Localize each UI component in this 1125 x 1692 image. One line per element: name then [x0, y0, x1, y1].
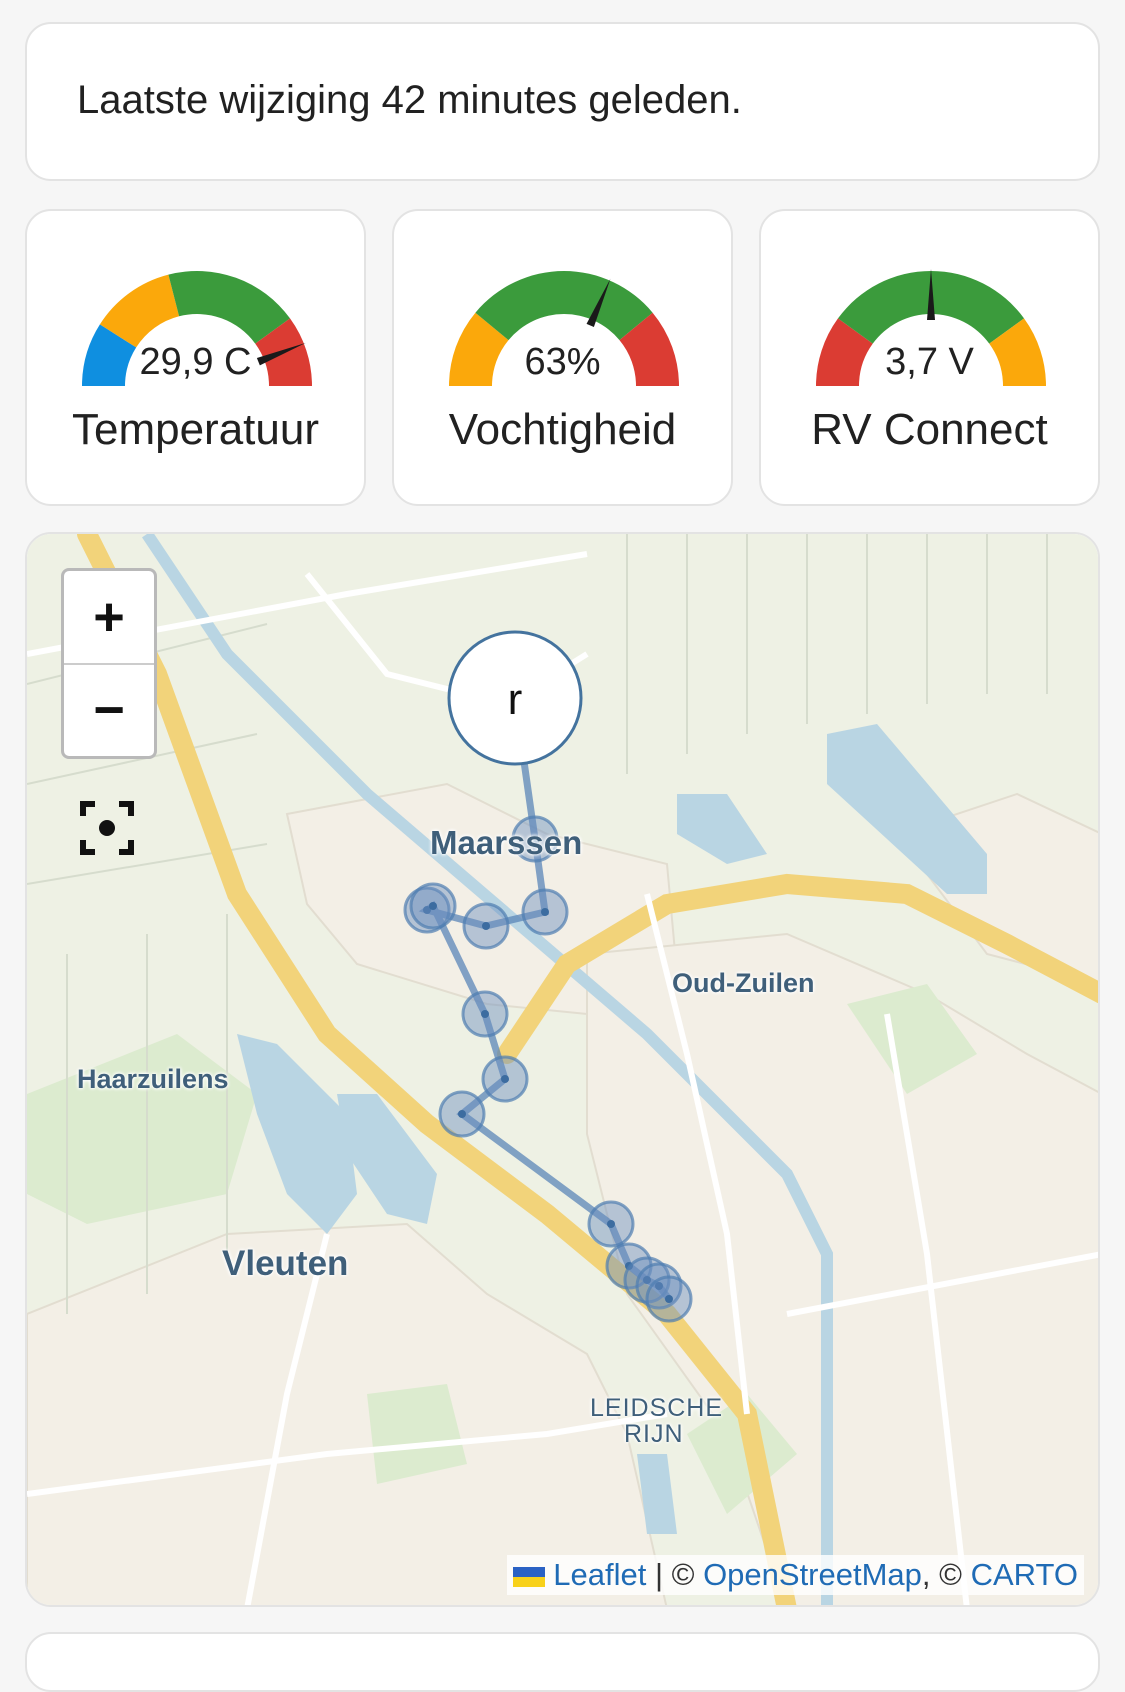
ukraine-flag-icon	[513, 1566, 546, 1587]
zoom-out-button[interactable]: −	[64, 664, 154, 756]
zoom-control: + −	[61, 568, 157, 759]
attribution-separator-2: , ©	[921, 1557, 971, 1592]
gauge-name: RV Connect	[811, 405, 1048, 454]
track-point-dot-5	[481, 1010, 489, 1018]
place-label-rijn: RIJN	[624, 1420, 684, 1448]
status-card: Laatste wijziging 42 minutes geleden.	[25, 22, 1100, 181]
track-point-dot-2	[482, 922, 490, 930]
track-point-dot-7	[458, 1110, 466, 1118]
recenter-icon[interactable]	[79, 800, 135, 856]
osm-link[interactable]: OpenStreetMap	[703, 1557, 922, 1592]
gauge-card-temperatuur[interactable]: 29,9 C Temperatuur	[25, 209, 366, 506]
attribution-separator: | ©	[646, 1557, 704, 1592]
zoom-in-button[interactable]: +	[64, 571, 154, 665]
track-point-dot-12	[665, 1295, 673, 1303]
gauge-card-rv-connect[interactable]: 3,7 V RV Connect	[759, 209, 1100, 506]
gauge-card-vochtigheid[interactable]: 63% Vochtigheid	[392, 209, 733, 506]
track-point-dot-6	[501, 1075, 509, 1083]
gauge-name: Vochtigheid	[448, 405, 677, 454]
gauge-segment-1	[475, 271, 653, 341]
gauge-value: 63%	[524, 341, 601, 383]
marker-label: r	[508, 675, 523, 724]
next-card	[25, 1632, 1100, 1692]
leaflet-link[interactable]: Leaflet	[553, 1557, 646, 1592]
map-card[interactable]: r Maarssen Oud-Zuilen Haarzuilens Vleute…	[25, 532, 1100, 1607]
place-label-oud-zuilen: Oud-Zuilen	[672, 968, 815, 998]
place-label-maarssen: Maarssen	[430, 824, 583, 861]
gauge-value: 3,7 V	[885, 341, 974, 383]
track-point-dot-4	[429, 902, 437, 910]
map-attribution: Leaflet | © OpenStreetMap, © CARTO	[507, 1555, 1084, 1595]
gauge-name: Temperatuur	[71, 405, 319, 454]
carto-link[interactable]: CARTO	[971, 1557, 1078, 1592]
place-label-vleuten: Vleuten	[222, 1244, 349, 1283]
device-marker[interactable]: r	[447, 630, 583, 766]
gauge-value: 29,9 C	[139, 341, 252, 383]
last-change-text: Laatste wijziging 42 minutes geleden.	[77, 78, 742, 122]
place-label-haarzuilens: Haarzuilens	[77, 1064, 229, 1094]
track-point-dot-8	[607, 1220, 615, 1228]
place-label-leidsche: LEIDSCHE	[590, 1394, 724, 1422]
track-point-dot-1	[541, 908, 549, 916]
